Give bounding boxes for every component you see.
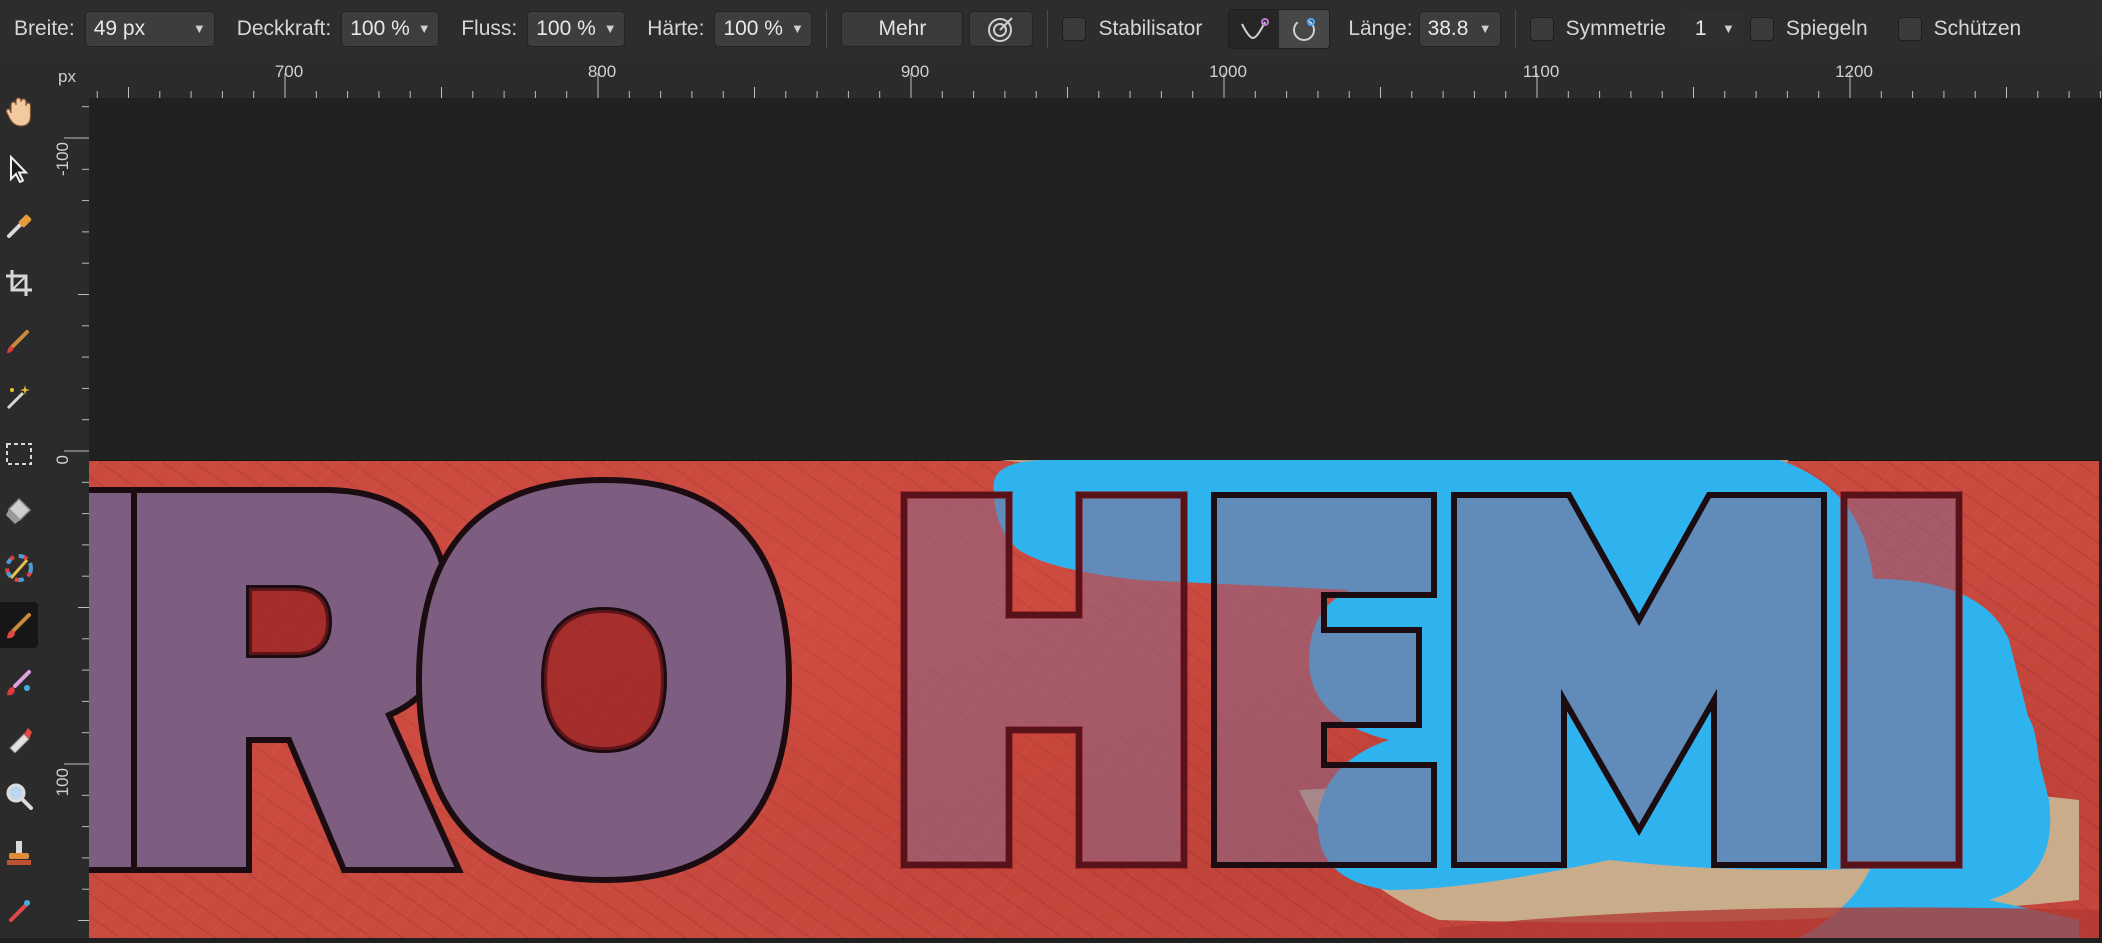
flow-label: Fluss: xyxy=(461,16,518,40)
width-value: 49 px xyxy=(93,16,146,40)
context-toolbar: Breite: 49 px ▼ Deckkraft: 100 % ▼ Fluss… xyxy=(0,0,2102,58)
length-dropdown-icon[interactable]: ▼ xyxy=(1479,21,1492,36)
symmetry-count-field[interactable]: 1 ▼ xyxy=(1685,10,1744,47)
opacity-field[interactable]: 100 % ▼ xyxy=(341,10,440,47)
more-button[interactable]: Mehr xyxy=(841,10,964,47)
toolbar-divider xyxy=(826,9,828,48)
hardness-label: Härte: xyxy=(647,16,705,40)
length-value: 38.8 xyxy=(1427,16,1469,40)
move-tool-icon xyxy=(10,155,29,183)
brush-tool[interactable] xyxy=(0,317,38,363)
clone-tool[interactable] xyxy=(0,830,38,876)
fill-tool[interactable] xyxy=(0,488,38,534)
width-label: Breite: xyxy=(14,16,75,40)
crop-tool[interactable] xyxy=(0,260,38,306)
length-label: Länge: xyxy=(1348,16,1413,40)
marquee-tool[interactable] xyxy=(0,431,38,477)
zoom-tool[interactable] xyxy=(0,773,38,819)
dodge-tool[interactable] xyxy=(0,716,38,762)
ruler-label: 700 xyxy=(275,62,303,81)
selection-brush-tool-icon xyxy=(6,385,30,410)
hardness-dropdown-icon[interactable]: ▼ xyxy=(791,21,804,36)
selection-brush-tool[interactable] xyxy=(0,374,38,420)
opacity-dropdown-icon[interactable]: ▼ xyxy=(418,21,431,36)
rope-mode-icon xyxy=(1241,17,1270,39)
protect-checkbox[interactable] xyxy=(1897,16,1922,41)
ruler-label: -100 xyxy=(53,142,72,176)
pressure-button[interactable] xyxy=(969,10,1034,47)
hardness-field[interactable]: 100 % ▼ xyxy=(714,10,813,47)
mirror-label: Spiegeln xyxy=(1785,16,1868,40)
paint-brush-tool-icon xyxy=(7,613,31,639)
flow-value: 100 % xyxy=(536,16,596,40)
zoom-tool-icon xyxy=(6,783,33,810)
ruler-unit-label: px xyxy=(58,67,76,86)
horizontal-ruler[interactable]: 700 800 900 1000 1100 1200 xyxy=(89,57,2102,99)
symmetry-count-value: 1 xyxy=(1694,16,1707,40)
gradient-tool-icon xyxy=(5,554,33,582)
toolbar-divider xyxy=(1514,9,1516,48)
retouch-tool[interactable] xyxy=(0,887,38,933)
paint-brush-tool[interactable] xyxy=(0,602,38,648)
ruler-label: 100 xyxy=(53,768,72,796)
clone-tool-icon xyxy=(7,841,31,865)
canvas-area[interactable] xyxy=(89,98,2102,938)
opacity-value: 100 % xyxy=(350,16,410,40)
ruler-label: 1200 xyxy=(1835,62,1873,81)
horizontal-ruler-ticks: 700 800 900 1000 1100 1200 xyxy=(96,62,2101,98)
dodge-tool-icon xyxy=(9,728,32,753)
symmetry-count-dropdown-icon[interactable]: ▼ xyxy=(1722,21,1735,36)
fill-tool-icon xyxy=(6,497,32,524)
flow-dropdown-icon[interactable]: ▼ xyxy=(604,21,617,36)
pixel-tool-icon xyxy=(7,670,31,696)
hand-tool[interactable] xyxy=(0,89,38,135)
opacity-label: Deckkraft: xyxy=(236,16,332,40)
stabilizer-mode-toggle xyxy=(1228,8,1331,49)
symmetry-checkbox[interactable] xyxy=(1529,16,1554,41)
gradient-tool[interactable] xyxy=(0,545,38,591)
flow-field[interactable]: 100 % ▼ xyxy=(527,10,626,47)
mirror-checkbox[interactable] xyxy=(1749,16,1774,41)
stabilizer-label: Stabilisator xyxy=(1098,16,1203,40)
retouch-tool-icon xyxy=(9,900,30,922)
brush-tool-icon xyxy=(7,330,29,353)
vertical-ruler[interactable]: -100 0 100 xyxy=(48,98,90,938)
ruler-label: 0 xyxy=(53,455,72,464)
tools-panel xyxy=(0,57,49,938)
crop-tool-icon xyxy=(6,270,32,296)
ruler-corner[interactable]: px xyxy=(48,57,89,98)
width-field[interactable]: 49 px ▼ xyxy=(84,10,215,47)
vertical-ruler-ticks: -100 0 100 xyxy=(53,106,89,921)
ruler-label: 1000 xyxy=(1209,62,1247,81)
width-dropdown-icon[interactable]: ▼ xyxy=(193,21,206,36)
document-artwork xyxy=(89,460,2099,938)
hand-tool-icon xyxy=(5,97,32,127)
symmetry-label: Symmetrie xyxy=(1565,16,1666,40)
hardness-value: 100 % xyxy=(723,16,783,40)
color-picker-tool-icon xyxy=(7,214,32,238)
window-mode-icon xyxy=(1293,17,1316,41)
ruler-label: 800 xyxy=(588,62,616,81)
pixel-tool[interactable] xyxy=(0,659,38,705)
rope-mode-button[interactable] xyxy=(1229,9,1280,48)
color-picker-tool[interactable] xyxy=(0,203,38,249)
toolbar-divider xyxy=(1047,9,1049,48)
document[interactable] xyxy=(89,460,2102,938)
ruler-label: 900 xyxy=(901,62,929,81)
stabilizer-checkbox[interactable] xyxy=(1062,16,1087,41)
marquee-tool-icon xyxy=(6,443,32,465)
pressure-icon xyxy=(988,16,1014,42)
protect-label: Schützen xyxy=(1933,16,2022,40)
move-tool[interactable] xyxy=(0,146,38,192)
ruler-label: 1100 xyxy=(1523,62,1560,81)
length-field[interactable]: 38.8 ▼ xyxy=(1418,10,1501,47)
window-mode-button[interactable] xyxy=(1279,9,1330,48)
